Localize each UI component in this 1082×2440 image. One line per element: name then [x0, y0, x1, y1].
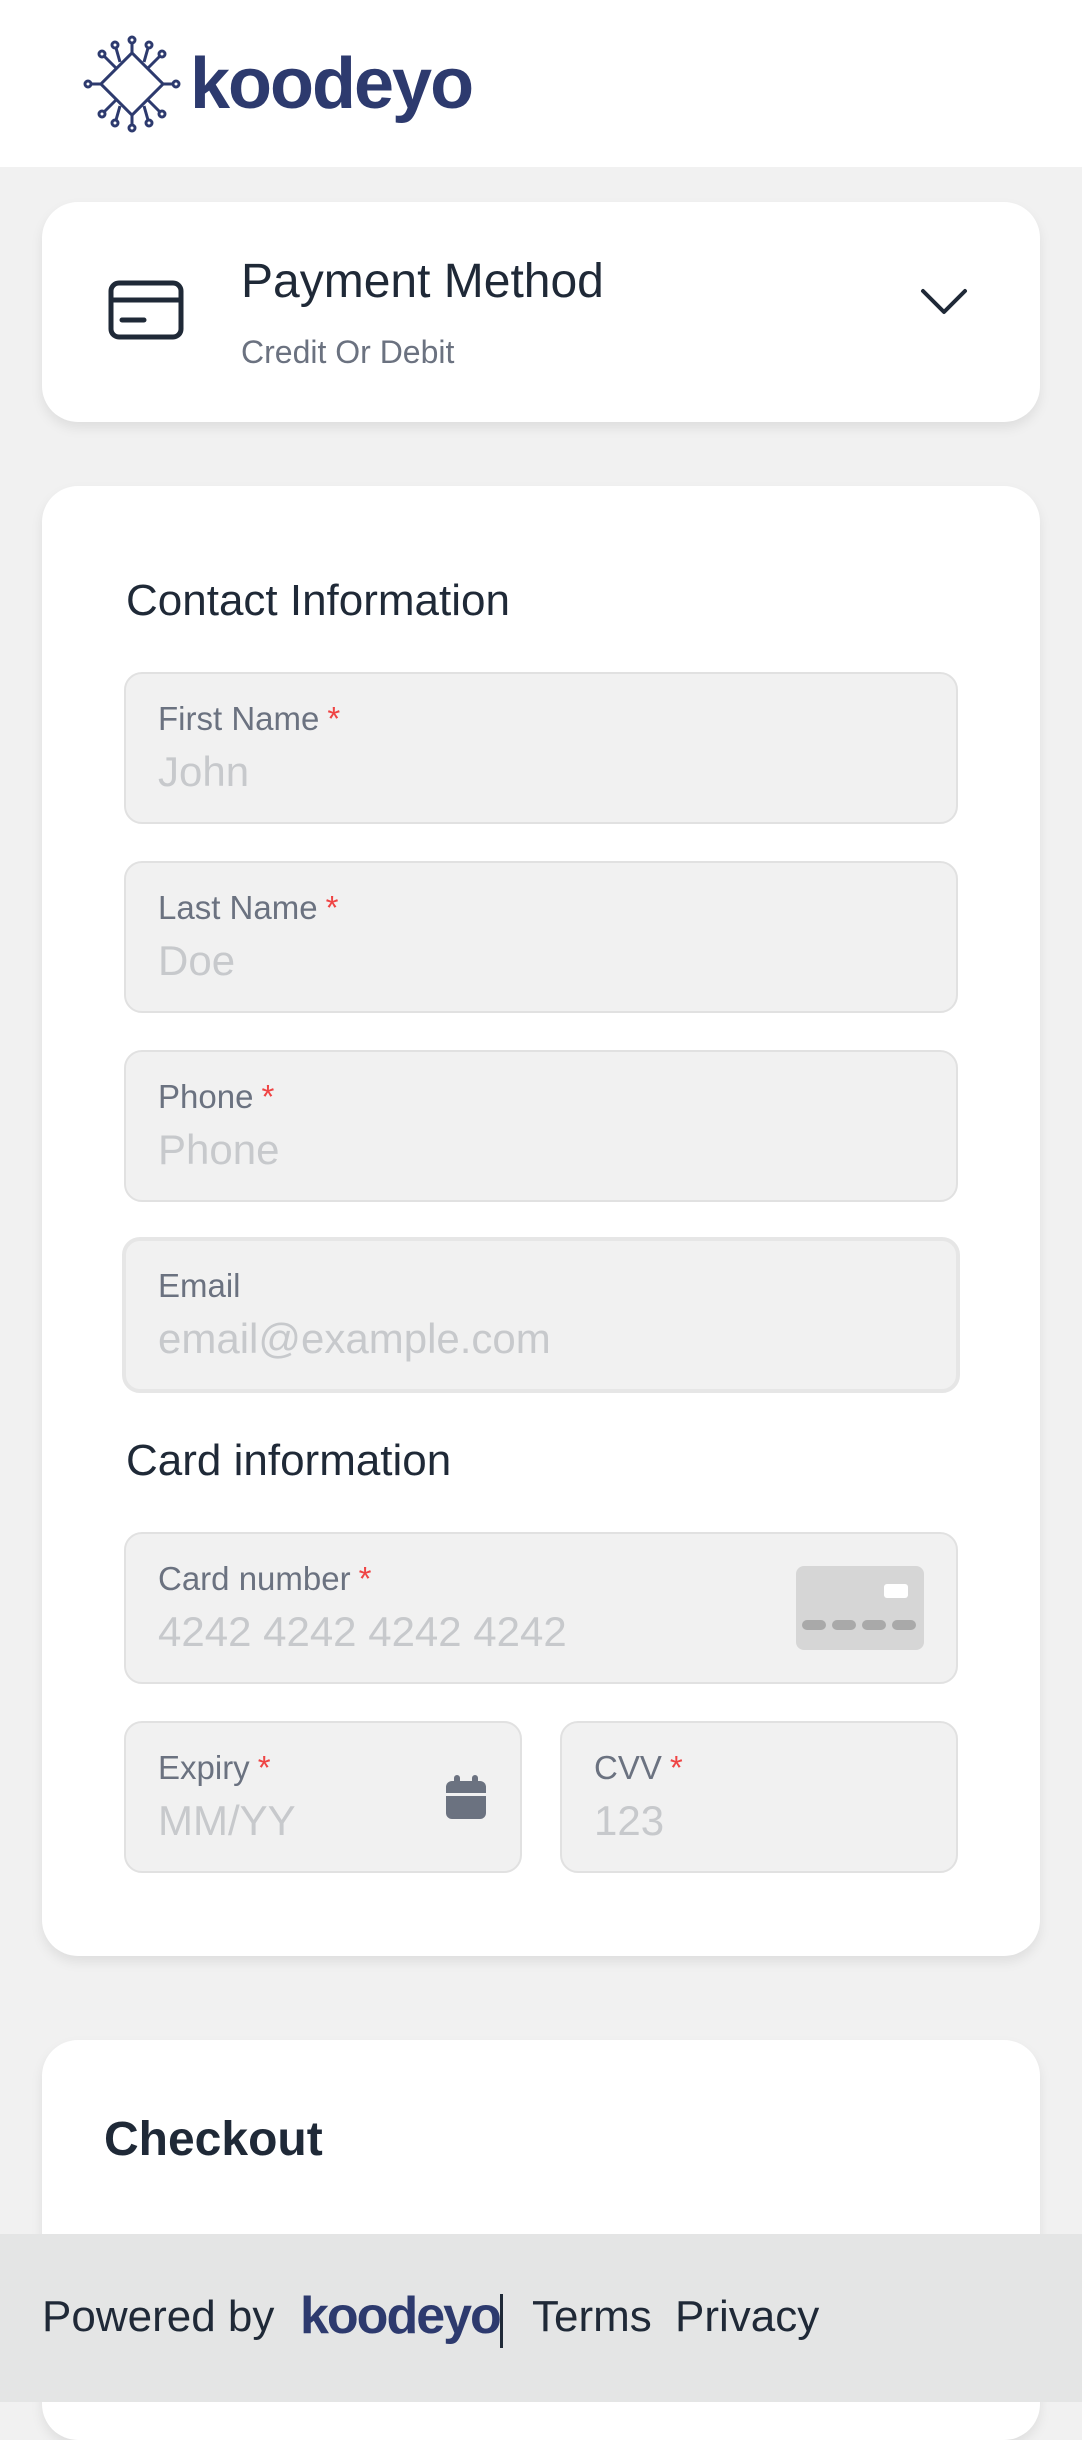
powered-by-text: Powered by	[42, 2292, 275, 2341]
card-number-label-text: Card number	[158, 1560, 351, 1597]
last-name-label-text: Last Name	[158, 889, 318, 926]
phone-label: Phone *	[158, 1078, 274, 1116]
required-marker: *	[261, 1078, 275, 1115]
footer-logo[interactable]: koodeyo	[300, 2286, 502, 2346]
cvv-input[interactable]: 123	[594, 1797, 664, 1845]
chip-logo-icon	[83, 35, 181, 133]
checkout-title: Checkout	[104, 2113, 323, 2166]
cvv-field[interactable]: CVV * 123	[560, 1721, 958, 1873]
phone-label-text: Phone	[158, 1078, 254, 1115]
required-marker: *	[327, 700, 341, 737]
koodeyo-logo[interactable]: koodeyo	[82, 34, 474, 134]
card-section-title: Card information	[126, 1436, 452, 1485]
expiry-label: Expiry *	[158, 1749, 271, 1787]
chevron-down-icon[interactable]	[919, 286, 969, 321]
card-number-field[interactable]: Card number * 4242 4242 4242 4242	[124, 1532, 958, 1684]
email-field[interactable]: Email email@example.com	[122, 1237, 960, 1393]
required-marker: *	[669, 1749, 683, 1786]
privacy-link[interactable]: Privacy	[675, 2292, 819, 2342]
payment-method-title: Payment Method	[241, 255, 604, 308]
last-name-label: Last Name *	[158, 889, 338, 927]
phone-field[interactable]: Phone * Phone	[124, 1050, 958, 1202]
expiry-field[interactable]: Expiry * MM/YY	[124, 1721, 522, 1873]
first-name-label-text: First Name	[158, 700, 320, 737]
required-marker: *	[257, 1749, 271, 1786]
credit-card-icon	[108, 280, 184, 345]
first-name-input[interactable]: John	[158, 748, 249, 796]
payment-method-selector[interactable]: Payment Method Credit Or Debit	[42, 202, 1040, 422]
calendar-icon[interactable]	[444, 1775, 488, 1826]
terms-link[interactable]: Terms	[532, 2292, 652, 2342]
expiry-input[interactable]: MM/YY	[158, 1797, 296, 1845]
last-name-input[interactable]: Doe	[158, 937, 235, 985]
card-number-input[interactable]: 4242 4242 4242 4242	[158, 1608, 567, 1656]
footer-divider	[500, 2294, 503, 2348]
required-marker: *	[358, 1560, 372, 1597]
card-brand-icon	[796, 1566, 924, 1650]
payment-method-subtitle: Credit Or Debit	[241, 334, 455, 370]
phone-input[interactable]: Phone	[158, 1126, 279, 1174]
contact-section-title: Contact Information	[126, 576, 510, 625]
email-label: Email	[158, 1267, 241, 1304]
required-marker: *	[325, 889, 339, 926]
email-input[interactable]: email@example.com	[158, 1315, 551, 1363]
cvv-label-text: CVV	[594, 1749, 662, 1786]
first-name-label: First Name *	[158, 700, 340, 738]
header: koodeyo	[0, 0, 1082, 167]
payment-form: Contact Information First Name * John Las…	[42, 486, 1040, 1956]
last-name-field[interactable]: Last Name * Doe	[124, 861, 958, 1013]
cvv-label: CVV *	[594, 1749, 683, 1787]
first-name-field[interactable]: First Name * John	[124, 672, 958, 824]
logo-text: koodeyo	[190, 44, 474, 124]
card-number-label: Card number *	[158, 1560, 371, 1598]
expiry-label-text: Expiry	[158, 1749, 250, 1786]
footer: Powered by koodeyo Terms Privacy	[0, 2234, 1082, 2402]
